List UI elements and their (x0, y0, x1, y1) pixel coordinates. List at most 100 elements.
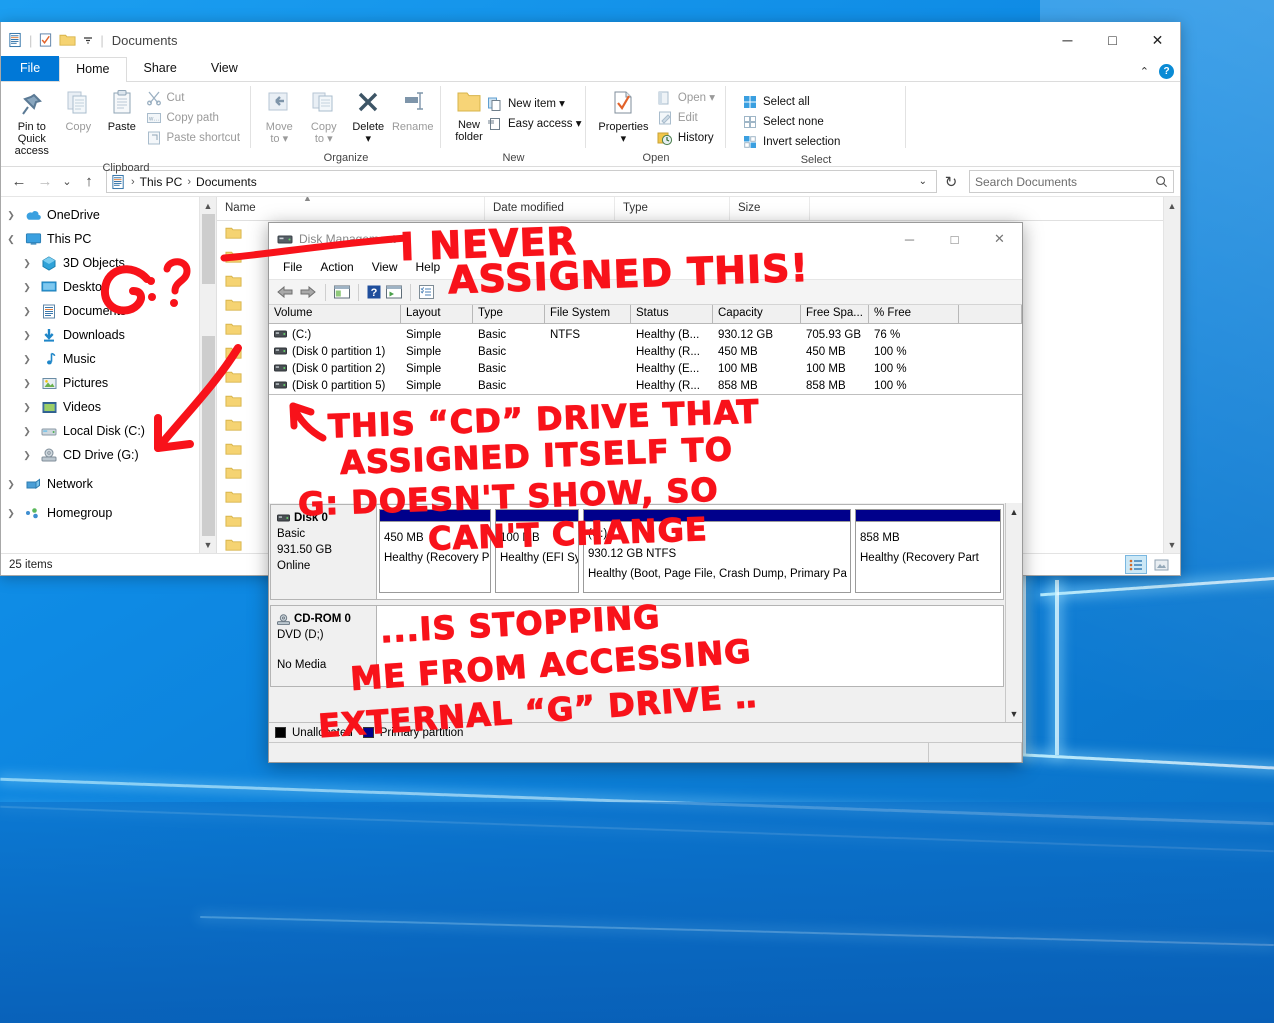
scrollbar-thumb[interactable] (201, 214, 215, 284)
navigation-pane-scrollbar[interactable]: ▲ ▼ (199, 197, 216, 553)
column-header-blank[interactable] (959, 305, 1022, 324)
forward-arrow-icon[interactable] (298, 284, 318, 300)
view-mode-buttons[interactable] (1125, 555, 1172, 574)
history-button[interactable]: History (655, 128, 720, 148)
sidebar-item-homegroup[interactable]: ❯ Homegroup (1, 501, 216, 525)
chevron-down-icon[interactable]: ⌄ (914, 176, 932, 187)
move-to-button[interactable]: Move to ▾ (257, 86, 302, 148)
graphical-view-scrollbar[interactable]: ▲ ▼ (1005, 503, 1022, 722)
scroll-up-arrow-icon[interactable]: ▲ (1006, 503, 1023, 520)
copy-to-button[interactable]: Copy to ▾ (302, 86, 347, 148)
back-arrow-icon[interactable] (275, 284, 295, 300)
select-none-button[interactable]: Select none (740, 112, 845, 132)
scroll-up-arrow-icon[interactable]: ▲ (200, 197, 217, 214)
chevron-right-icon[interactable]: ❯ (19, 378, 35, 389)
breadcrumb-item-this-pc[interactable]: This PC (140, 175, 183, 189)
sidebar-item-local-disk-c[interactable]: ❯ Local Disk (C:) (1, 419, 216, 443)
sidebar-item-music[interactable]: ❯ Music (1, 347, 216, 371)
sidebar-item-pictures[interactable]: ❯ Pictures (1, 371, 216, 395)
tab-share[interactable]: Share (127, 56, 194, 81)
ribbon-body[interactable]: Pin to Quick access Copy Paste Cut w… Co… (1, 82, 1180, 174)
disk-graphical-view[interactable]: Disk 0 Basic 931.50 GB Online 450 MB Hea… (269, 503, 1022, 722)
chevron-right-icon[interactable]: ❯ (19, 306, 35, 317)
partition-c[interactable]: (C:) 930.12 GB NTFS Healthy (Boot, Page … (583, 509, 851, 593)
disk-row-cdrom0[interactable]: CD-ROM 0 DVD (D;) No Media (270, 605, 1004, 687)
breadcrumb-item-documents[interactable]: Documents (196, 175, 257, 189)
sidebar-item-downloads[interactable]: ❯ Downloads (1, 323, 216, 347)
details-view-button[interactable] (1125, 555, 1147, 574)
chevron-right-icon[interactable]: ❯ (3, 479, 19, 490)
column-header-percent-free[interactable]: % Free (869, 305, 959, 324)
volume-list[interactable]: Volume Layout Type File System Status Ca… (269, 305, 1022, 395)
partition-recovery-1[interactable]: 450 MB Healthy (Recovery P (379, 509, 491, 593)
large-icons-view-button[interactable] (1150, 555, 1172, 574)
partition-efi[interactable]: 100 MB Healthy (EFI Sy (495, 509, 579, 593)
partition-recovery-2[interactable]: 858 MB Healthy (Recovery Part (855, 509, 1001, 593)
chevron-right-icon[interactable]: ❯ (19, 426, 35, 437)
explorer-window-controls[interactable]: ─ □ ✕ (1045, 22, 1180, 58)
easy-access-button[interactable]: Easy access ▾ (485, 114, 587, 134)
search-icon[interactable] (1155, 175, 1168, 188)
sidebar-item-3d-objects[interactable]: ❯ 3D Objects (1, 251, 216, 275)
chevron-right-icon[interactable]: ❯ (19, 258, 35, 269)
table-row[interactable]: (Disk 0 partition 1) Simple Basic Health… (269, 343, 1022, 360)
properties-check-icon[interactable] (38, 32, 53, 48)
column-header-capacity[interactable]: Capacity (713, 305, 801, 324)
scroll-down-arrow-icon[interactable]: ▼ (1164, 536, 1181, 553)
help-icon[interactable]: ? (1159, 64, 1174, 79)
delete-button[interactable]: Delete ▾ (346, 86, 391, 148)
disk-management-toolbar[interactable]: ? (269, 279, 1022, 305)
quick-access-toolbar[interactable]: | | (5, 32, 104, 48)
new-folder-icon[interactable] (59, 33, 76, 47)
paste-button[interactable]: Paste (100, 86, 143, 136)
navigation-pane[interactable]: ❯ OneDrive ❮ This PC ❯ 3D Objects ❯ Desk… (1, 197, 216, 553)
table-row[interactable]: (Disk 0 partition 5) Simple Basic Health… (269, 377, 1022, 394)
explorer-title-bar[interactable]: | | Documents ─ □ ✕ (1, 22, 1180, 58)
paste-shortcut-button[interactable]: Paste shortcut (144, 128, 246, 148)
ribbon-right-controls[interactable]: ⌃ ? (1140, 64, 1174, 79)
chevron-right-icon[interactable]: ❯ (19, 354, 35, 365)
tab-home[interactable]: Home (59, 57, 127, 82)
show-hide-tree-icon[interactable] (333, 284, 351, 300)
copy-path-button[interactable]: w… Copy path (144, 108, 246, 128)
menu-item-action[interactable]: Action (312, 257, 361, 277)
chevron-right-icon[interactable]: ❯ (19, 330, 35, 341)
breadcrumb-separator-0[interactable]: › (129, 176, 137, 188)
sidebar-item-desktop[interactable]: ❯ Desktop (1, 275, 216, 299)
maximize-button[interactable]: □ (932, 223, 977, 255)
volume-list-area[interactable]: Volume Layout Type File System Status Ca… (269, 305, 1022, 503)
disk-management-window-controls[interactable]: ─ □ ✕ (887, 223, 1022, 255)
properties-button[interactable]: Properties ▾ (592, 86, 655, 148)
column-header-size[interactable]: Size (730, 197, 810, 220)
help-icon[interactable]: ? (366, 284, 382, 300)
sidebar-item-onedrive[interactable]: ❯ OneDrive (1, 203, 216, 227)
copy-button[interactable]: Copy (57, 86, 100, 136)
collapse-ribbon-icon[interactable]: ⌃ (1140, 65, 1149, 78)
file-list-scrollbar[interactable]: ▲ ▼ (1163, 197, 1180, 553)
chevron-right-icon[interactable]: ❯ (3, 508, 19, 519)
invert-selection-button[interactable]: Invert selection (740, 132, 845, 152)
column-header-volume[interactable]: Volume (269, 305, 401, 324)
disk-management-title-bar[interactable]: Disk Management ─ □ ✕ (269, 223, 1022, 255)
select-all-button[interactable]: Select all (740, 92, 845, 112)
file-list-column-headers[interactable]: Name ▲ Date modified Type Size (217, 197, 1180, 221)
minimize-button[interactable]: ─ (1045, 22, 1090, 58)
column-header-blank[interactable] (810, 197, 1180, 220)
scroll-down-arrow-icon[interactable]: ▼ (200, 536, 217, 553)
sidebar-item-this-pc[interactable]: ❮ This PC (1, 227, 216, 251)
new-item-button[interactable]: New item ▾ (485, 94, 587, 114)
pin-to-quick-access-button[interactable]: Pin to Quick access (7, 86, 57, 160)
chevron-right-icon[interactable]: ❯ (19, 450, 35, 461)
column-header-name[interactable]: Name ▲ (217, 197, 485, 220)
documents-library-icon[interactable] (8, 32, 23, 48)
column-header-type[interactable]: Type (615, 197, 730, 220)
chevron-right-icon[interactable]: ❯ (19, 402, 35, 413)
close-button[interactable]: ✕ (1135, 22, 1180, 58)
column-header-status[interactable]: Status (631, 305, 713, 324)
close-button[interactable]: ✕ (977, 223, 1022, 255)
sidebar-item-cd-drive-g[interactable]: ❯ CD Drive (G:) (1, 443, 216, 467)
maximize-button[interactable]: □ (1090, 22, 1135, 58)
edit-button[interactable]: Edit (655, 108, 720, 128)
scroll-down-arrow-icon[interactable]: ▼ (1006, 705, 1023, 722)
column-header-free-space[interactable]: Free Spa... (801, 305, 869, 324)
